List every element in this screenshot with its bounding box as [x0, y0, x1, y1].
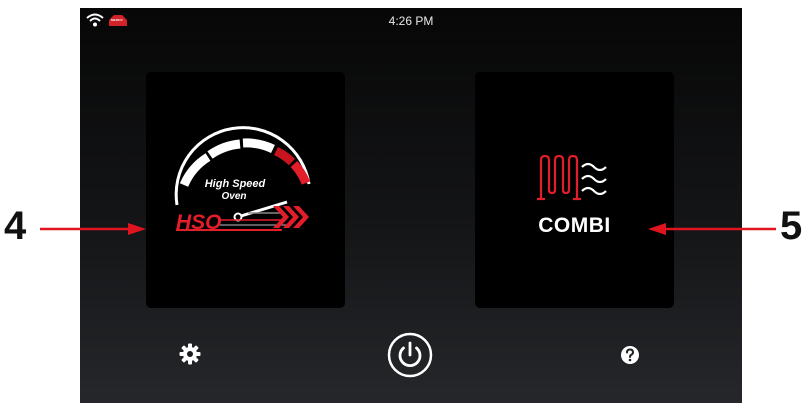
question-mark-icon[interactable]: [620, 345, 640, 365]
combi-mode-button[interactable]: COMBI: [475, 72, 674, 308]
callout-number-left: 4: [4, 204, 27, 248]
hso-label: HSO: [176, 211, 222, 234]
callout-arrow-right: [648, 223, 776, 235]
oven-touchscreen: MERCO 4:26 PM High Speed Oven HSO COMBI: [80, 8, 742, 403]
callout-arrow-left: [40, 223, 146, 235]
callout-number-right: 5: [780, 204, 803, 248]
gear-icon[interactable]: [178, 342, 202, 366]
speedometer-icon: High Speed Oven HSO: [174, 126, 311, 234]
power-icon[interactable]: [387, 332, 433, 378]
gauge-label-line1: High Speed: [205, 178, 266, 190]
heating-element-steam-icon: [537, 154, 607, 201]
status-bar: MERCO 4:26 PM: [80, 8, 742, 34]
clock: 4:26 PM: [388, 14, 434, 28]
combi-label: COMBI: [538, 214, 611, 237]
gauge-label-line2: Oven: [221, 191, 246, 202]
hso-mode-button[interactable]: High Speed Oven HSO: [146, 72, 345, 308]
